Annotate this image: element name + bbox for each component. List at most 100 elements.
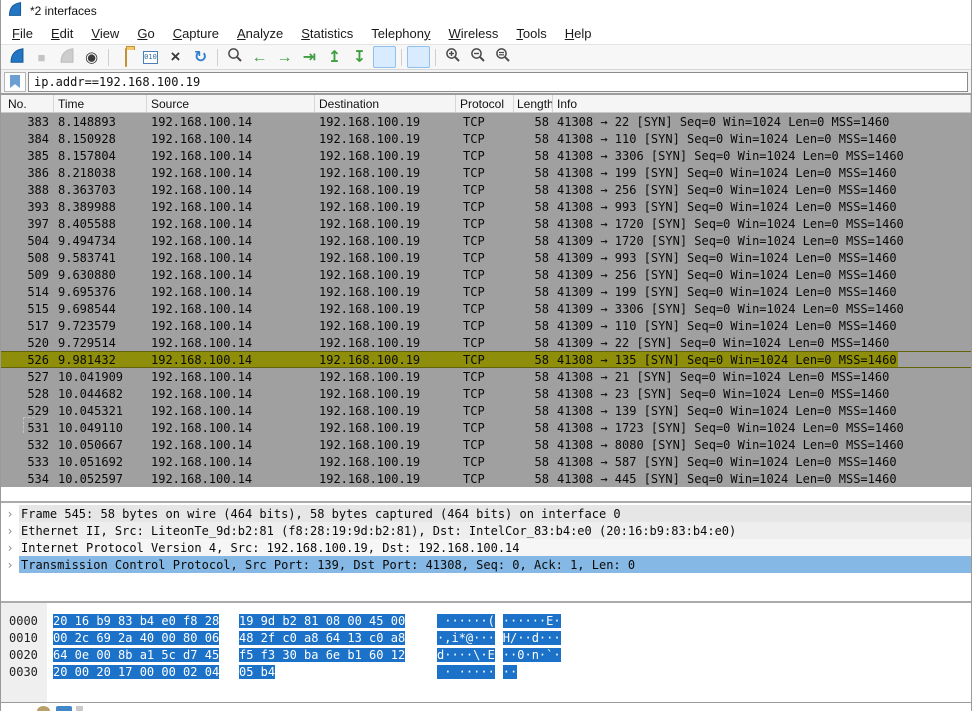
menu-go[interactable]: Go bbox=[128, 24, 163, 43]
start-capture-button[interactable] bbox=[5, 46, 28, 68]
next-packet-button[interactable]: → bbox=[273, 46, 296, 68]
packet-row[interactable]: 52810.044682192.168.100.14192.168.100.19… bbox=[1, 385, 971, 402]
packet-row[interactable]: 52710.041909192.168.100.14192.168.100.19… bbox=[1, 368, 971, 385]
packet-source-cell: 192.168.100.14 bbox=[147, 472, 315, 486]
packet-no-cell: 384 bbox=[1, 132, 54, 146]
packet-list-header: No.TimeSourceDestinationProtocolLengthIn… bbox=[1, 95, 971, 113]
packet-row[interactable]: 52910.045321192.168.100.14192.168.100.19… bbox=[1, 402, 971, 419]
packet-row[interactable]: 53410.052597192.168.100.14192.168.100.19… bbox=[1, 470, 971, 487]
save-file-button[interactable]: 010 bbox=[139, 46, 162, 68]
packet-no-cell: 531 bbox=[1, 421, 54, 435]
column-header-info[interactable]: Info bbox=[553, 95, 971, 112]
packet-time-cell: 9.729514 bbox=[54, 336, 147, 350]
first-packet-button[interactable]: ↥ bbox=[323, 46, 346, 68]
packet-row[interactable]: 53310.051692192.168.100.14192.168.100.19… bbox=[1, 453, 971, 470]
packet-row[interactable]: 5209.729514192.168.100.14192.168.100.19T… bbox=[1, 334, 971, 351]
restart-capture-button[interactable] bbox=[55, 46, 78, 68]
fin-blue-icon bbox=[8, 47, 26, 68]
hex-row[interactable]: 001000 2c 69 2a 40 00 80 0648 2f c0 a8 6… bbox=[1, 629, 971, 646]
menu-help[interactable]: Help bbox=[556, 24, 601, 43]
packet-destination-cell: 192.168.100.19 bbox=[315, 183, 456, 197]
packet-info-cell: 41309 → 110 [SYN] Seq=0 Win=1024 Len=0 M… bbox=[553, 319, 971, 333]
menu-tools[interactable]: Tools bbox=[507, 24, 555, 43]
menu-analyze[interactable]: Analyze bbox=[228, 24, 292, 43]
hex-row[interactable]: 000020 16 b9 83 b4 e0 f8 2819 9d b2 81 0… bbox=[1, 612, 971, 629]
capture-file-icon[interactable] bbox=[56, 706, 72, 711]
packet-length-cell: 58 bbox=[514, 438, 553, 452]
zoom-in-button[interactable] bbox=[441, 46, 464, 68]
menu-view[interactable]: View bbox=[82, 24, 128, 43]
packet-row[interactable]: 53210.050667192.168.100.14192.168.100.19… bbox=[1, 436, 971, 453]
ascii-bytes: · ····· bbox=[437, 665, 495, 679]
packet-row[interactable]: 5099.630880192.168.100.14192.168.100.19T… bbox=[1, 266, 971, 283]
display-filter-input[interactable] bbox=[28, 72, 968, 92]
packet-source-cell: 192.168.100.14 bbox=[147, 438, 315, 452]
zoom-out-button[interactable] bbox=[466, 46, 489, 68]
packet-row[interactable]: 5149.695376192.168.100.14192.168.100.19T… bbox=[1, 283, 971, 300]
packet-time-cell: 9.583741 bbox=[54, 251, 147, 265]
packet-info-cell: 41308 → 22 [SYN] Seq=0 Win=1024 Len=0 MS… bbox=[553, 115, 971, 129]
column-header-length[interactable]: Length bbox=[514, 95, 553, 112]
capture-options-button[interactable]: ◉ bbox=[80, 46, 103, 68]
packet-protocol-cell: TCP bbox=[456, 268, 514, 282]
colorize-packets-button[interactable] bbox=[407, 46, 430, 68]
packet-info-cell: 41308 → 139 [SYN] Seq=0 Win=1024 Len=0 M… bbox=[553, 404, 971, 418]
menu-statistics[interactable]: Statistics bbox=[292, 24, 362, 43]
menu-edit[interactable]: Edit bbox=[42, 24, 82, 43]
column-header-time[interactable]: Time bbox=[54, 95, 147, 112]
menu-capture[interactable]: Capture bbox=[164, 24, 228, 43]
packet-row[interactable]: 3938.389988192.168.100.14192.168.100.19T… bbox=[1, 198, 971, 215]
close-file-button[interactable]: × bbox=[164, 46, 187, 68]
window-title: *2 interfaces bbox=[30, 4, 97, 18]
column-header-source[interactable]: Source bbox=[147, 95, 315, 112]
open-file-button[interactable] bbox=[114, 46, 137, 68]
expert-info-icon[interactable] bbox=[37, 706, 50, 711]
packet-protocol-cell: TCP bbox=[456, 438, 514, 452]
gear-icon: ◉ bbox=[85, 48, 98, 66]
title-bar: *2 interfaces bbox=[1, 0, 971, 22]
go-to-packet-button[interactable]: ⇥ bbox=[298, 46, 321, 68]
reload-file-button[interactable]: ↻ bbox=[189, 46, 212, 68]
find-packet-button[interactable] bbox=[223, 46, 246, 68]
packet-row[interactable]: 53110.049110192.168.100.14192.168.100.19… bbox=[1, 419, 971, 436]
packet-row[interactable]: 5179.723579192.168.100.14192.168.100.19T… bbox=[1, 317, 971, 334]
packet-row[interactable]: 3838.148893192.168.100.14192.168.100.19T… bbox=[1, 113, 971, 130]
expand-arrow-icon[interactable]: › bbox=[1, 507, 19, 521]
packet-details-pane: ›Frame 545: 58 bytes on wire (464 bits),… bbox=[1, 501, 971, 601]
expand-arrow-icon[interactable]: › bbox=[1, 558, 19, 572]
stop-capture-button[interactable]: ■ bbox=[30, 46, 53, 68]
previous-packet-button[interactable]: ← bbox=[248, 46, 271, 68]
last-packet-button[interactable]: ↧ bbox=[348, 46, 371, 68]
column-header-protocol[interactable]: Protocol bbox=[456, 95, 514, 112]
filter-bookmark-button[interactable] bbox=[4, 72, 26, 92]
packet-row[interactable]: 3888.363703192.168.100.14192.168.100.19T… bbox=[1, 181, 971, 198]
detail-row[interactable]: ›Frame 545: 58 bytes on wire (464 bits),… bbox=[1, 505, 971, 522]
packet-row[interactable]: 3858.157804192.168.100.14192.168.100.19T… bbox=[1, 147, 971, 164]
packet-row[interactable]: 5049.494734192.168.100.14192.168.100.19T… bbox=[1, 232, 971, 249]
packet-row[interactable]: 5159.698544192.168.100.14192.168.100.19T… bbox=[1, 300, 971, 317]
arrow-last-icon: ↧ bbox=[353, 49, 366, 66]
column-header-destination[interactable]: Destination bbox=[315, 95, 456, 112]
status-bar bbox=[1, 702, 971, 711]
detail-row[interactable]: ›Internet Protocol Version 4, Src: 192.1… bbox=[1, 539, 971, 556]
packet-destination-cell: 192.168.100.19 bbox=[315, 268, 456, 282]
hex-row[interactable]: 002064 0e 00 8b a1 5c d7 45f5 f3 30 ba 6… bbox=[1, 646, 971, 663]
packet-length-cell: 58 bbox=[514, 404, 553, 418]
column-header-no[interactable]: No. bbox=[1, 95, 54, 112]
detail-row[interactable]: ›Ethernet II, Src: LiteonTe_9d:b2:81 (f8… bbox=[1, 522, 971, 539]
detail-row-selected[interactable]: ›Transmission Control Protocol, Src Port… bbox=[1, 556, 971, 573]
menu-telephony[interactable]: Telephony bbox=[362, 24, 439, 43]
packet-row[interactable]: 3868.218038192.168.100.14192.168.100.19T… bbox=[1, 164, 971, 181]
packet-row[interactable]: 5089.583741192.168.100.14192.168.100.19T… bbox=[1, 249, 971, 266]
zoom-normal-button[interactable] bbox=[491, 46, 514, 68]
packet-row-selected[interactable]: 5269.981432192.168.100.14192.168.100.19T… bbox=[1, 351, 971, 368]
hex-row[interactable]: 003020 00 20 17 00 00 02 0405 b4 · ·····… bbox=[1, 663, 971, 680]
menu-file[interactable]: File bbox=[3, 24, 42, 43]
auto-scroll-button[interactable] bbox=[373, 46, 396, 68]
menu-wireless[interactable]: Wireless bbox=[440, 24, 508, 43]
expand-arrow-icon[interactable]: › bbox=[1, 524, 19, 538]
packet-row[interactable]: 3978.405588192.168.100.14192.168.100.19T… bbox=[1, 215, 971, 232]
expand-arrow-icon[interactable]: › bbox=[1, 541, 19, 555]
resize-columns-button[interactable] bbox=[516, 46, 539, 68]
packet-row[interactable]: 3848.150928192.168.100.14192.168.100.19T… bbox=[1, 130, 971, 147]
